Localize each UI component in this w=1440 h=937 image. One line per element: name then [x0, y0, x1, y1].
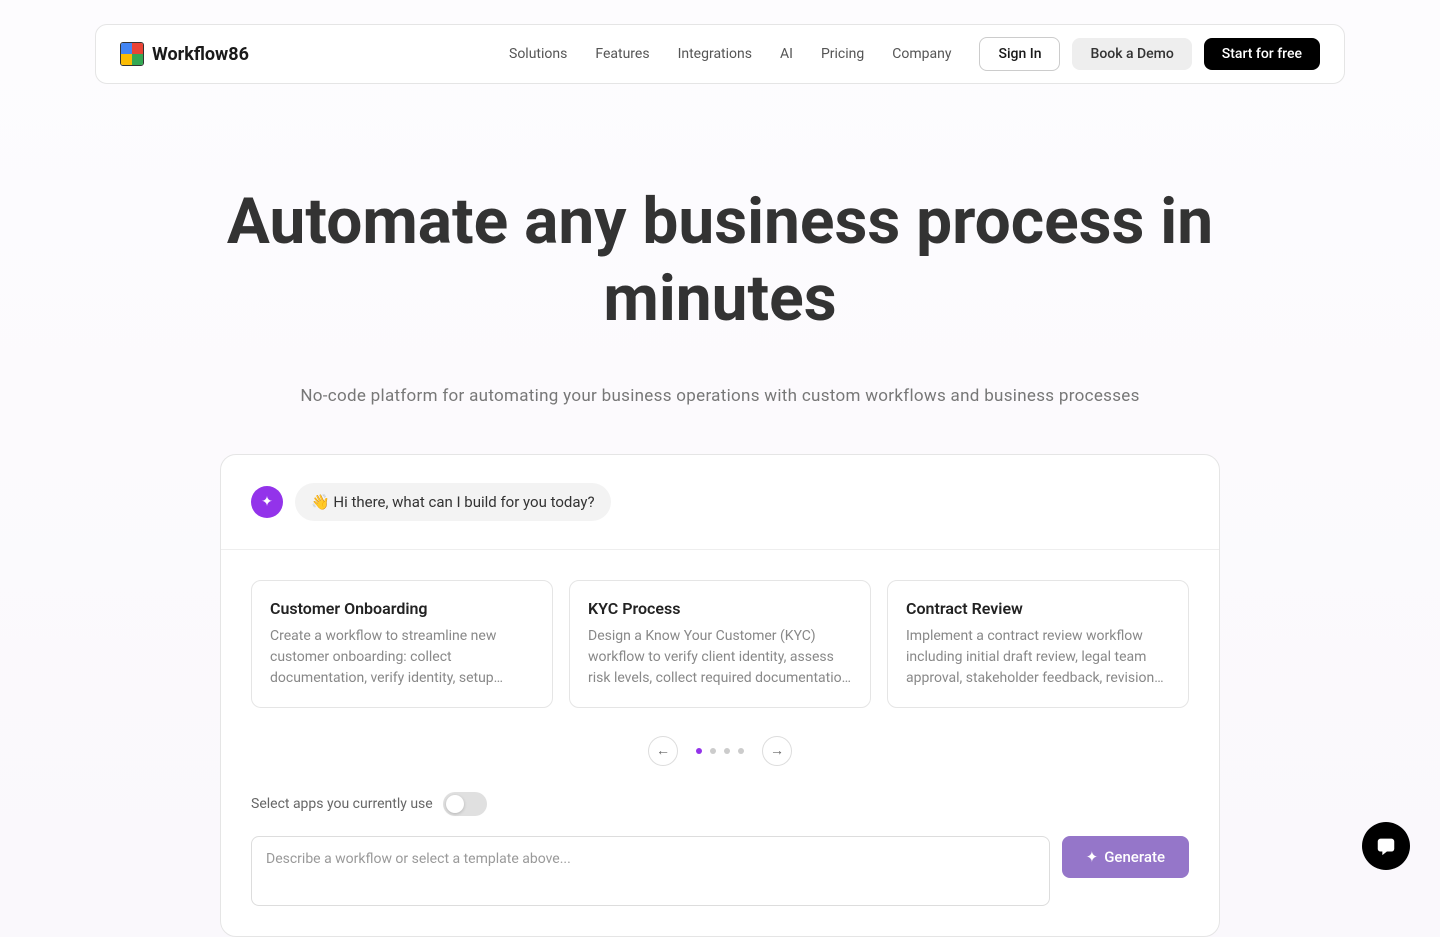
- generate-button[interactable]: ✦ Generate: [1062, 836, 1189, 878]
- intercom-launcher[interactable]: [1362, 822, 1410, 870]
- apps-toggle[interactable]: [443, 792, 487, 816]
- prev-button[interactable]: ←: [648, 736, 678, 766]
- card-desc: Implement a contract review workflow inc…: [906, 626, 1170, 689]
- chat-greeting: 👋 Hi there, what can I build for you tod…: [295, 483, 611, 521]
- card-title: Customer Onboarding: [270, 599, 534, 618]
- brand-name: Workflow86: [152, 44, 249, 65]
- assistant-avatar: ✦: [251, 486, 283, 518]
- sparkle-icon: ✦: [1086, 848, 1099, 866]
- next-button[interactable]: →: [762, 736, 792, 766]
- nav-features[interactable]: Features: [595, 46, 649, 62]
- card-customer-onboarding[interactable]: Customer Onboarding Create a workflow to…: [251, 580, 553, 708]
- workflow-input[interactable]: [251, 836, 1050, 906]
- card-kyc-process[interactable]: KYC Process Design a Know Your Customer …: [569, 580, 871, 708]
- toggle-knob: [446, 795, 464, 813]
- input-row: ✦ Generate: [221, 836, 1219, 936]
- start-free-button[interactable]: Start for free: [1204, 38, 1320, 70]
- page-dot-1[interactable]: [696, 748, 702, 754]
- nav-integrations[interactable]: Integrations: [678, 46, 752, 62]
- apps-toggle-row: Select apps you currently use: [221, 786, 1219, 836]
- page-dot-4[interactable]: [738, 748, 744, 754]
- nav-ai[interactable]: AI: [780, 46, 793, 62]
- logo[interactable]: Workflow86: [120, 42, 249, 66]
- card-title: KYC Process: [588, 599, 852, 618]
- card-contract-review[interactable]: Contract Review Implement a contract rev…: [887, 580, 1189, 708]
- page-dot-3[interactable]: [724, 748, 730, 754]
- logo-icon: [120, 42, 144, 66]
- chat-header: ✦ 👋 Hi there, what can I build for you t…: [221, 455, 1219, 550]
- book-demo-button[interactable]: Book a Demo: [1072, 38, 1191, 70]
- chat-panel: ✦ 👋 Hi there, what can I build for you t…: [220, 454, 1220, 937]
- main-nav: Solutions Features Integrations AI Prici…: [509, 37, 1320, 71]
- main-header: Workflow86 Solutions Features Integratio…: [95, 24, 1345, 84]
- hero-title: Automate any business process in minutes: [195, 184, 1245, 338]
- template-cards: Customer Onboarding Create a workflow to…: [221, 550, 1219, 724]
- generate-label: Generate: [1104, 848, 1165, 866]
- page-dot-2[interactable]: [710, 748, 716, 754]
- card-title: Contract Review: [906, 599, 1170, 618]
- page-dots: [696, 748, 744, 754]
- sparkle-icon: ✦: [261, 494, 273, 510]
- toggle-label: Select apps you currently use: [251, 796, 433, 812]
- card-desc: Create a workflow to streamline new cust…: [270, 626, 534, 689]
- hero-subtitle: No-code platform for automating your bus…: [40, 386, 1400, 406]
- nav-solutions[interactable]: Solutions: [509, 46, 567, 62]
- nav-company[interactable]: Company: [892, 46, 951, 62]
- pagination: ← →: [221, 724, 1219, 786]
- chat-icon: [1375, 835, 1397, 857]
- nav-actions: Sign In Book a Demo Start for free: [979, 37, 1320, 71]
- sign-in-button[interactable]: Sign In: [979, 37, 1060, 71]
- nav-pricing[interactable]: Pricing: [821, 46, 864, 62]
- card-desc: Design a Know Your Customer (KYC) workfl…: [588, 626, 852, 689]
- hero: Automate any business process in minutes…: [0, 184, 1440, 406]
